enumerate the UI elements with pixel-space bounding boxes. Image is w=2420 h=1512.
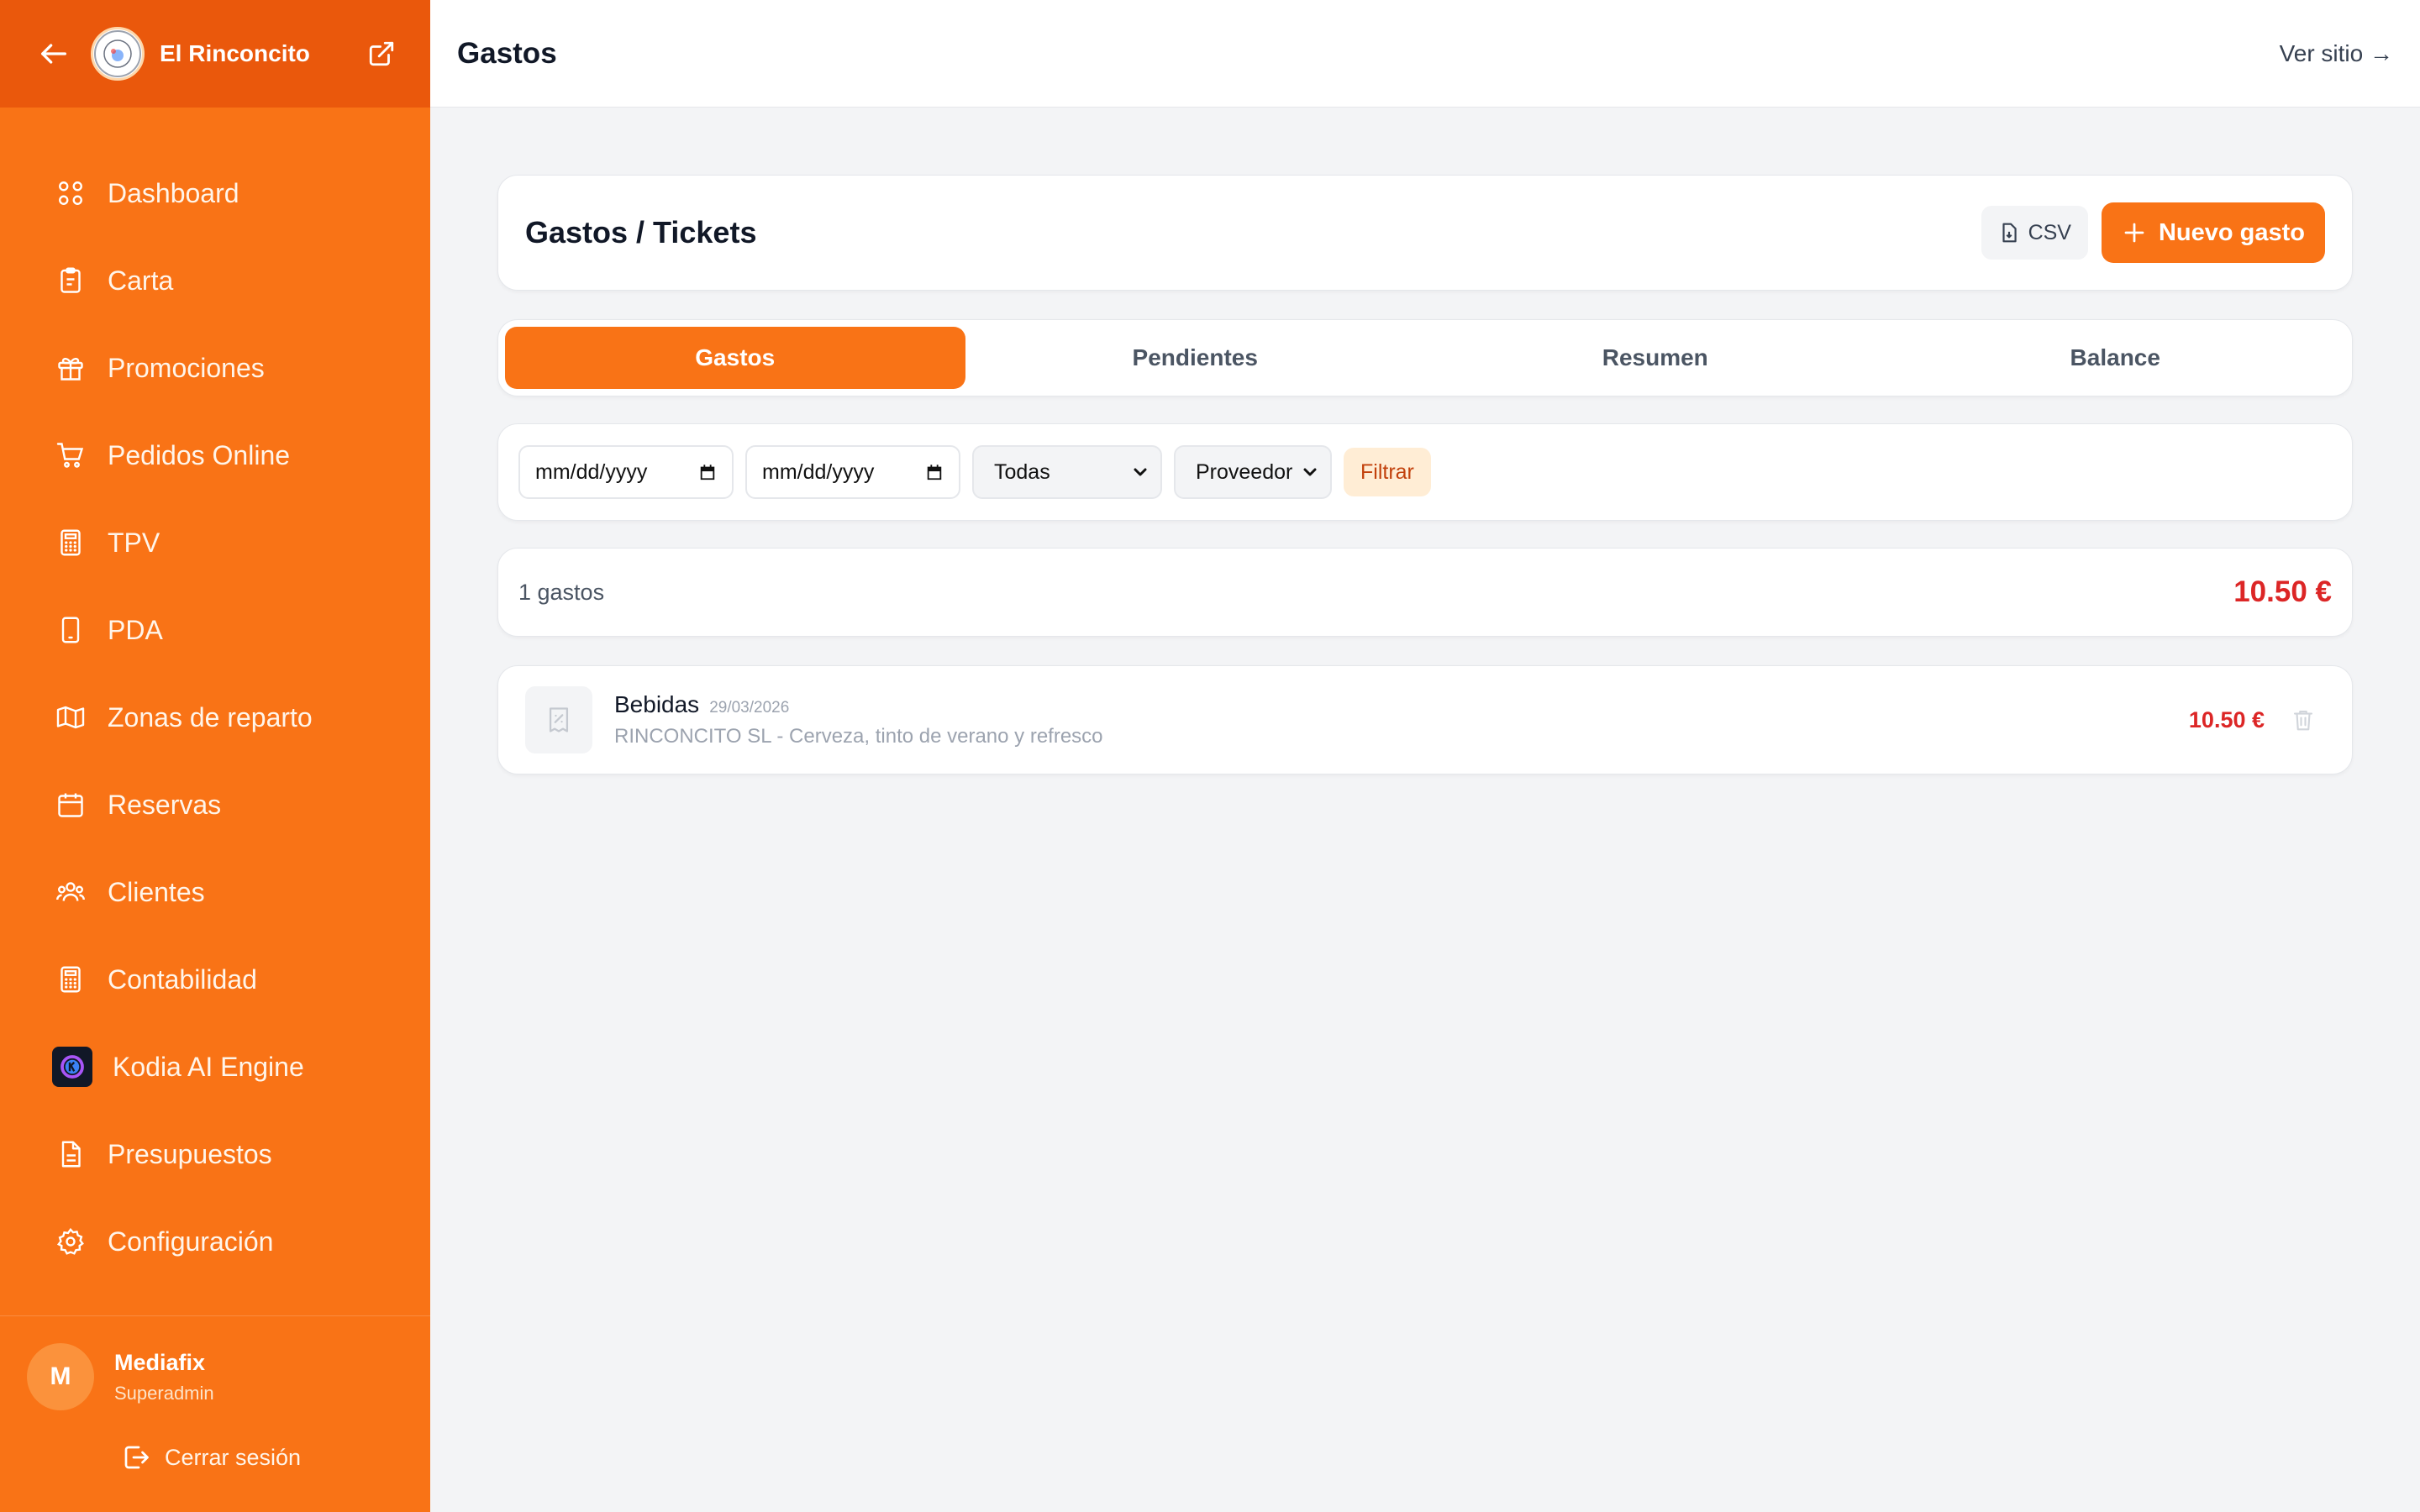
- gear-icon: [54, 1225, 87, 1258]
- calendar-icon: [700, 465, 715, 480]
- expense-count: 1 gastos: [518, 579, 605, 605]
- sidebar-item-label: Configuración: [108, 1226, 274, 1257]
- expense-amount: 10.50 €: [2188, 706, 2265, 732]
- sidebar-item-label: Dashboard: [108, 177, 239, 208]
- sidebar-item-carta[interactable]: Carta: [0, 237, 430, 324]
- csv-export-button[interactable]: CSV: [1981, 206, 2088, 260]
- external-link-icon[interactable]: [363, 35, 400, 72]
- receipt-icon: [525, 686, 592, 753]
- logout-icon: [124, 1446, 149, 1469]
- sidebar-item-label: Presupuestos: [108, 1138, 272, 1169]
- kodia-logo-icon: [52, 1047, 92, 1087]
- sidebar-item-dashboard[interactable]: Dashboard: [0, 150, 430, 237]
- chevron-down-icon: [1303, 468, 1317, 476]
- top-bar: Gastos Ver sitio →: [430, 0, 2420, 108]
- new-expense-button[interactable]: Nuevo gasto: [2101, 202, 2325, 263]
- user-role: Superadmin: [114, 1382, 214, 1404]
- filters-bar: mm/dd/yyyy mm/dd/yyyy Todas Proveedor Fi…: [497, 423, 2353, 521]
- sidebar-item-pda[interactable]: PDA: [0, 586, 430, 674]
- date-from-value: mm/dd/yyyy: [535, 459, 648, 484]
- logout-button[interactable]: Cerrar sesión: [121, 1442, 301, 1473]
- date-to-value: mm/dd/yyyy: [762, 459, 875, 484]
- logout-label: Cerrar sesión: [165, 1444, 302, 1470]
- sidebar-item-configuracion[interactable]: Configuración: [0, 1198, 430, 1285]
- grid-icon: [54, 176, 87, 210]
- calculator-icon: [54, 526, 87, 559]
- date-to-input[interactable]: mm/dd/yyyy: [745, 445, 960, 499]
- avatar: M: [27, 1343, 94, 1410]
- user-profile: M Mediafix Superadmin: [27, 1343, 214, 1410]
- summary-bar: 1 gastos 10.50 €: [497, 548, 2353, 637]
- sidebar-item-label: PDA: [108, 614, 163, 645]
- cart-icon: [54, 438, 87, 472]
- sidebar-header: El Rinconcito: [0, 0, 430, 108]
- expense-total: 10.50 €: [2233, 575, 2332, 608]
- expenses-header-card: Gastos / Tickets CSV Nuevo gasto: [497, 175, 2353, 291]
- sidebar-footer: M Mediafix Superadmin Cerrar sesión: [0, 1315, 430, 1512]
- sidebar-item-label: Kodia AI Engine: [113, 1051, 304, 1082]
- category-value: Todas: [994, 459, 1050, 484]
- brand-name: El Rinconcito: [160, 40, 310, 66]
- filter-button[interactable]: Filtrar: [1344, 448, 1431, 496]
- user-name: Mediafix: [114, 1349, 206, 1375]
- tab-resumen[interactable]: Resumen: [1425, 327, 1886, 389]
- back-arrow-icon[interactable]: [34, 34, 74, 74]
- section-title: Gastos / Tickets: [525, 215, 757, 249]
- sidebar-item-label: Contabilidad: [108, 963, 257, 995]
- tabs-bar: Gastos Pendientes Resumen Balance: [497, 319, 2353, 396]
- calendar-icon: [927, 465, 942, 480]
- date-from-input[interactable]: mm/dd/yyyy: [518, 445, 734, 499]
- trash-icon[interactable]: [2288, 705, 2318, 735]
- sidebar-item-label: Promociones: [108, 352, 265, 383]
- sidebar: El Rinconcito Dashboard Carta Promocione…: [0, 0, 430, 1512]
- gift-icon: [54, 351, 87, 385]
- sidebar-item-label: Carta: [108, 265, 174, 296]
- category-select[interactable]: Todas: [972, 445, 1162, 499]
- sidebar-item-reservas[interactable]: Reservas: [0, 761, 430, 848]
- tab-balance[interactable]: Balance: [1886, 327, 2346, 389]
- supplier-value: Proveedor: [1196, 459, 1293, 484]
- sidebar-nav: Dashboard Carta Promociones Pedidos Onli…: [0, 150, 430, 1285]
- expense-category: Bebidas: [614, 691, 700, 717]
- list-item[interactable]: Bebidas 29/03/2026 RINCONCITO SL - Cerve…: [497, 665, 2353, 774]
- view-site-link[interactable]: Ver sitio →: [2280, 40, 2393, 67]
- page-title: Gastos: [457, 36, 557, 70]
- chevron-down-icon: [1134, 468, 1147, 476]
- sidebar-item-presupuestos[interactable]: Presupuestos: [0, 1110, 430, 1198]
- plus-icon: [2124, 223, 2144, 243]
- file-download-icon: [2002, 223, 2017, 243]
- sidebar-item-zonas-de-reparto[interactable]: Zonas de reparto: [0, 674, 430, 761]
- sidebar-item-label: Zonas de reparto: [108, 701, 313, 732]
- map-icon: [54, 701, 87, 734]
- sidebar-item-promociones[interactable]: Promociones: [0, 324, 430, 412]
- restaurant-logo: [91, 27, 145, 81]
- tab-pendientes[interactable]: Pendientes: [965, 327, 1426, 389]
- sidebar-item-label: Clientes: [108, 876, 205, 907]
- calculator-icon: [54, 963, 87, 996]
- users-icon: [54, 875, 87, 909]
- expense-description: RINCONCITO SL - Cerveza, tinto de verano…: [614, 725, 1103, 748]
- sidebar-item-tpv[interactable]: TPV: [0, 499, 430, 586]
- csv-label: CSV: [2028, 220, 2071, 244]
- expense-date: 29/03/2026: [709, 699, 790, 717]
- phone-icon: [54, 613, 87, 647]
- sidebar-item-kodia-ai-engine[interactable]: Kodia AI Engine: [0, 1023, 430, 1110]
- new-expense-label: Nuevo gasto: [2158, 218, 2305, 246]
- supplier-select[interactable]: Proveedor: [1174, 445, 1332, 499]
- sidebar-item-clientes[interactable]: Clientes: [0, 848, 430, 936]
- clipboard-icon: [54, 264, 87, 297]
- sidebar-item-contabilidad[interactable]: Contabilidad: [0, 936, 430, 1023]
- sidebar-item-pedidos-online[interactable]: Pedidos Online: [0, 412, 430, 499]
- calendar-icon: [54, 788, 87, 822]
- tab-gastos[interactable]: Gastos: [505, 327, 965, 389]
- sidebar-item-label: TPV: [108, 527, 160, 558]
- sidebar-item-label: Reservas: [108, 789, 222, 820]
- document-icon: [54, 1137, 87, 1171]
- sidebar-item-label: Pedidos Online: [108, 439, 291, 470]
